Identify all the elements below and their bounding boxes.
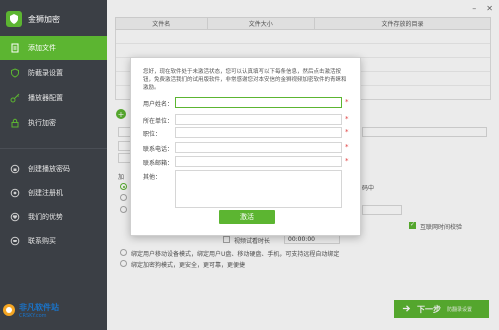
sidebar-divider (0, 148, 107, 149)
sidebar-item-player-config[interactable]: 播放器配置 (0, 86, 107, 110)
name-input[interactable] (175, 97, 342, 108)
name-label: 用户姓名： (143, 101, 174, 108)
watermark-text-cn: 非凡软件站 (19, 303, 59, 312)
heart-icon (10, 212, 20, 222)
sidebar-item-add-file[interactable]: 添加文件 (0, 36, 107, 60)
other-label: 其他： (143, 174, 162, 181)
watermark-text-en: CRSKY.com (19, 313, 47, 319)
sidebar-item-advantages[interactable]: 我们的优势 (0, 205, 107, 229)
app-title: 金狮加密 (28, 14, 60, 24)
watermark-logo-icon (2, 303, 16, 319)
password-icon (10, 164, 20, 174)
brand: 金狮加密 (6, 10, 60, 28)
sidebar: 金狮加密 添加文件 防截录设置 播放器配置 执行加密 创建播放密码 创建注册机 … (0, 0, 107, 330)
lock-icon (10, 118, 20, 128)
sidebar-item-label: 我们的优势 (28, 213, 63, 221)
sidebar-item-create-keygen[interactable]: 创建注册机 (0, 181, 107, 205)
key-icon (10, 93, 20, 103)
email-input[interactable] (175, 156, 342, 167)
watermark: 非凡软件站 CRSKY.com (2, 302, 59, 319)
sidebar-item-label: 防截录设置 (28, 69, 63, 77)
required-mark: * (345, 98, 349, 106)
cart-icon (10, 236, 20, 246)
required-mark: * (345, 115, 349, 123)
sidebar-item-label: 联系购买 (28, 237, 56, 245)
position-input[interactable] (175, 127, 342, 138)
other-textarea[interactable] (175, 170, 342, 208)
sidebar-item-label: 执行加密 (28, 119, 56, 127)
sidebar-item-purchase[interactable]: 联系购买 (0, 229, 107, 253)
file-icon (10, 43, 20, 53)
phone-input[interactable] (175, 142, 342, 153)
shield-icon (10, 68, 20, 78)
sidebar-item-label: 播放器配置 (28, 94, 63, 102)
required-mark: * (345, 157, 349, 165)
phone-label: 联系电话： (143, 146, 174, 153)
sidebar-item-anti-capture[interactable]: 防截录设置 (0, 61, 107, 85)
sidebar-item-label: 添加文件 (28, 44, 56, 52)
sidebar-item-encrypt[interactable]: 执行加密 (0, 111, 107, 135)
required-mark: * (345, 128, 349, 136)
activation-intro-text: 您好，现在软件处于未激活状态，您可以认真填写以下每条信息，然后点击激活按钮，免费… (143, 69, 347, 91)
email-label: 联系邮箱： (143, 160, 174, 167)
gear-icon (10, 188, 20, 198)
company-label: 所在单位： (143, 118, 174, 125)
sidebar-item-label: 创建注册机 (28, 189, 63, 197)
required-mark: * (345, 143, 349, 151)
company-input[interactable] (175, 114, 342, 125)
position-label: 职位： (143, 131, 162, 138)
sidebar-item-create-password[interactable]: 创建播放密码 (0, 157, 107, 181)
activate-button[interactable]: 激活 (219, 210, 275, 224)
activation-dialog: 您好，现在软件处于未激活状态，您可以认真填写以下每条信息，然后点击激活按钮，免费… (130, 57, 361, 236)
sidebar-item-label: 创建播放密码 (28, 165, 70, 173)
shield-logo-icon (6, 11, 22, 27)
